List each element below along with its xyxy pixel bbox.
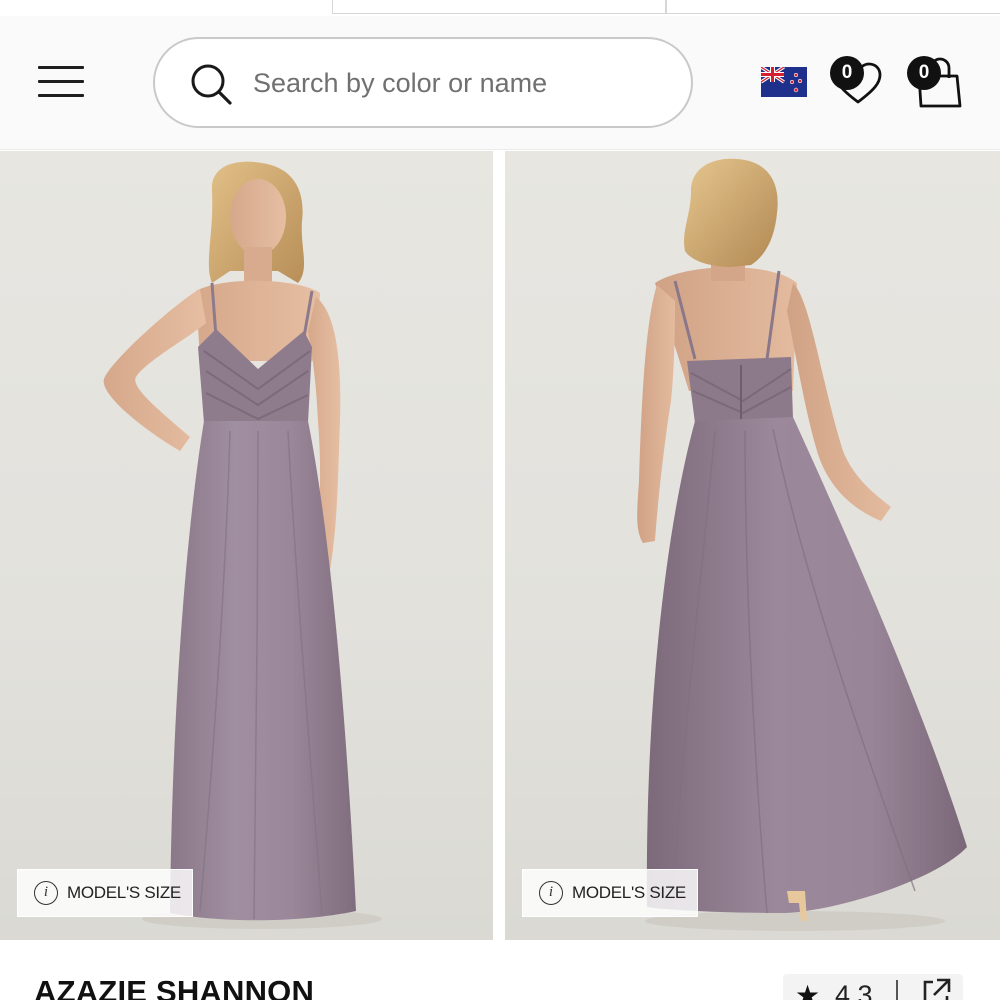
product-image-back[interactable]: i MODEL'S SIZE bbox=[505, 151, 1000, 940]
product-title: AZAZIE SHANNON bbox=[34, 974, 315, 1000]
star-icon: ★ bbox=[795, 980, 821, 1000]
top-tab-strip bbox=[0, 0, 1000, 16]
rating-value: 4.3 bbox=[835, 980, 873, 1000]
dress-back-illustration bbox=[637, 158, 967, 931]
top-tab[interactable] bbox=[666, 0, 1000, 14]
search-input[interactable] bbox=[251, 59, 671, 107]
rating-box[interactable]: ★ 4.3 bbox=[783, 974, 963, 1000]
divider bbox=[896, 980, 898, 1000]
search-icon bbox=[191, 64, 232, 105]
cart-button[interactable]: 0 bbox=[905, 54, 965, 112]
site-header: 0 0 bbox=[0, 16, 1000, 150]
models-size-label: MODEL'S SIZE bbox=[572, 883, 686, 902]
top-tab[interactable] bbox=[332, 0, 666, 14]
info-icon: i bbox=[34, 881, 58, 905]
product-image-gallery: i MODEL'S SIZE i MODEL'S SIZE bbox=[0, 151, 1000, 940]
info-icon: i bbox=[539, 881, 563, 905]
product-image-front[interactable]: i MODEL'S SIZE bbox=[0, 151, 493, 940]
product-info-bar: AZAZIE SHANNON ★ 4.3 bbox=[0, 940, 1000, 1000]
wishlist-count-badge: 0 bbox=[830, 56, 864, 90]
models-size-button[interactable]: i MODEL'S SIZE bbox=[17, 869, 193, 917]
menu-icon[interactable] bbox=[38, 64, 84, 100]
models-size-button[interactable]: i MODEL'S SIZE bbox=[522, 869, 698, 917]
dress-front-illustration bbox=[103, 161, 382, 929]
models-size-label: MODEL'S SIZE bbox=[67, 883, 181, 902]
cart-count-badge: 0 bbox=[907, 56, 941, 90]
share-icon[interactable] bbox=[919, 976, 953, 1000]
search-bar[interactable] bbox=[153, 37, 693, 128]
wishlist-button[interactable]: 0 bbox=[828, 54, 886, 108]
new-zealand-flag-icon[interactable] bbox=[761, 67, 807, 97]
